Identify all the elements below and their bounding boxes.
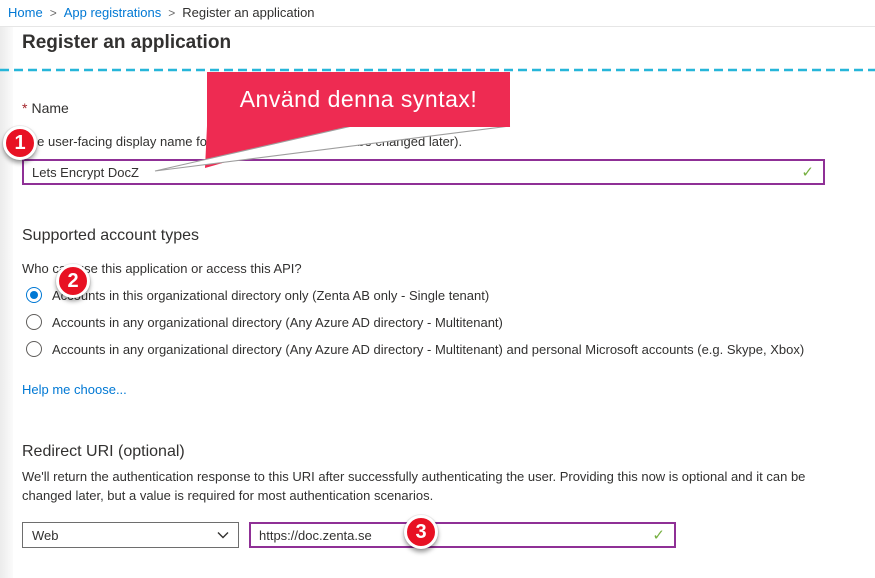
app-name-input-wrapper: ✓: [22, 159, 825, 185]
register-application-page: Home > App registrations > Register an a…: [0, 0, 875, 578]
name-field-label: *Name: [22, 100, 69, 116]
annotation-callout-text: Använd denna syntax!: [240, 86, 478, 113]
breadcrumb-separator-icon: >: [50, 6, 57, 20]
blade-left-edge: [0, 27, 13, 578]
platform-select[interactable]: Web: [22, 522, 239, 548]
breadcrumb-home-link[interactable]: Home: [8, 5, 43, 20]
annotation-badge-3: 3: [404, 515, 438, 549]
platform-select-value: Web: [32, 528, 59, 543]
radio-unselected-icon[interactable]: [26, 314, 42, 330]
redirect-uri-input[interactable]: [251, 528, 652, 543]
valid-checkmark-icon: ✓: [652, 526, 674, 544]
annotation-callout: Använd denna syntax!: [207, 72, 510, 127]
breadcrumb-app-registrations-link[interactable]: App registrations: [64, 5, 162, 20]
app-name-input[interactable]: [24, 165, 801, 180]
radio-option-multitenant[interactable]: Accounts in any organizational directory…: [26, 314, 503, 330]
redirect-uri-description: We'll return the authentication response…: [22, 468, 820, 505]
breadcrumb-separator-icon: >: [168, 6, 175, 20]
breadcrumb-divider: [0, 26, 875, 27]
supported-account-types-heading: Supported account types: [22, 227, 199, 245]
radio-selected-icon[interactable]: [26, 287, 42, 303]
radio-option-label: Accounts in any organizational directory…: [52, 342, 804, 357]
radio-option-label: Accounts in this organizational director…: [52, 288, 489, 303]
breadcrumb-current-page: Register an application: [182, 5, 314, 20]
required-asterisk: *: [22, 100, 27, 116]
radio-option-multitenant-personal[interactable]: Accounts in any organizational directory…: [26, 341, 804, 357]
help-me-choose-link[interactable]: Help me choose...: [22, 382, 127, 397]
name-field-description: The user-facing display name for this ap…: [22, 134, 462, 149]
radio-option-label: Accounts in any organizational directory…: [52, 315, 503, 330]
page-title: Register an application: [22, 32, 231, 54]
redirect-uri-heading: Redirect URI (optional): [22, 443, 185, 461]
radio-option-single-tenant[interactable]: Accounts in this organizational director…: [26, 287, 489, 303]
radio-unselected-icon[interactable]: [26, 341, 42, 357]
annotation-badge-2: 2: [56, 264, 90, 298]
valid-checkmark-icon: ✓: [801, 163, 823, 181]
breadcrumb: Home > App registrations > Register an a…: [8, 5, 315, 20]
redirect-uri-input-wrapper: ✓: [249, 522, 676, 548]
annotation-badge-1: 1: [3, 126, 37, 160]
chevron-down-icon: [217, 531, 229, 539]
